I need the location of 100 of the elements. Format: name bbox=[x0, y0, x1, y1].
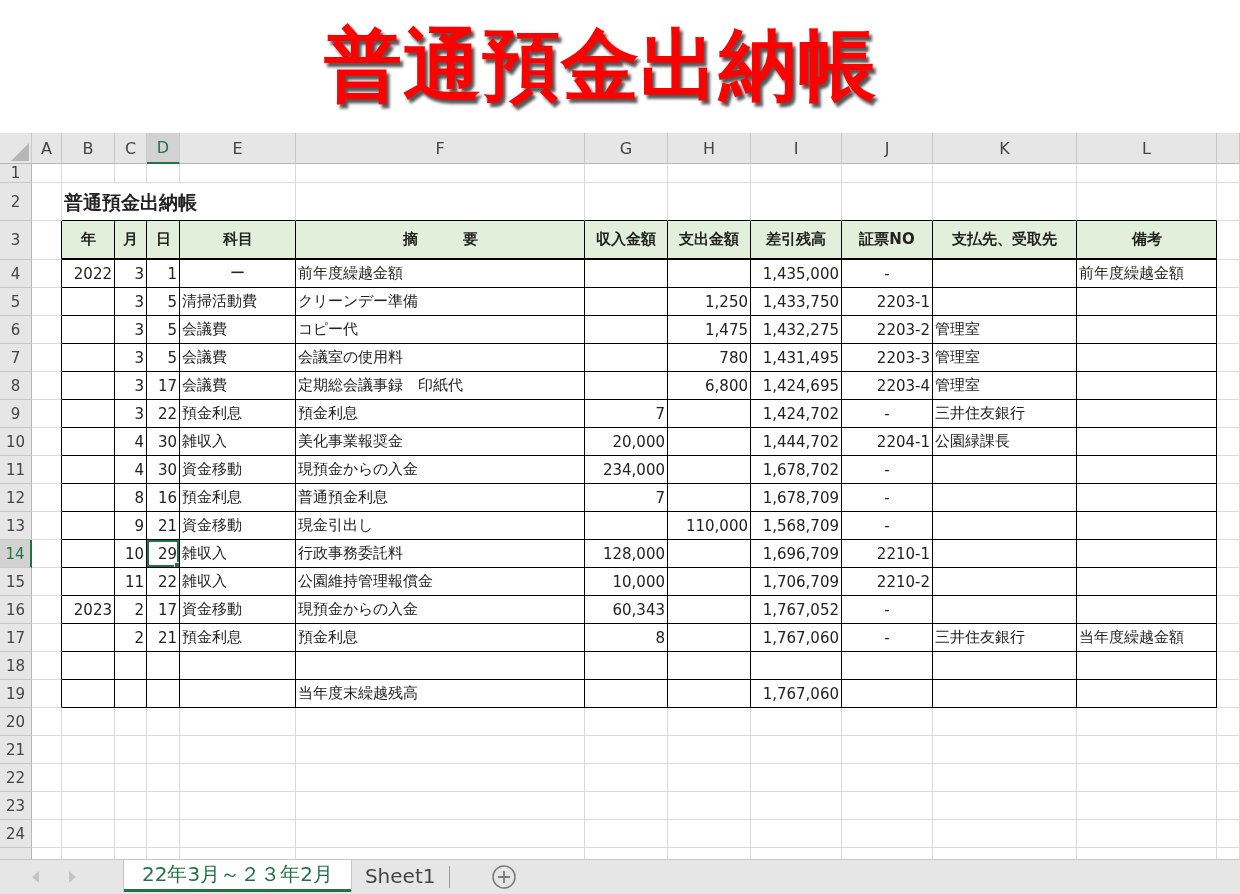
column-header[interactable]: B bbox=[62, 133, 115, 164]
table-cell: 公園緑課長 bbox=[933, 428, 1077, 456]
row-header[interactable]: 11 bbox=[0, 456, 32, 484]
table-cell: 管理室 bbox=[933, 344, 1077, 372]
table-cell: 資金移動 bbox=[180, 512, 296, 540]
table-cell: 4 bbox=[115, 456, 147, 484]
row-header[interactable]: 7 bbox=[0, 344, 32, 372]
table-cell: 2022 bbox=[62, 260, 115, 288]
row-header[interactable]: 22 bbox=[0, 764, 32, 792]
row-header[interactable]: 8 bbox=[0, 372, 32, 400]
column-header[interactable]: K bbox=[933, 133, 1077, 164]
table-cell: 1,767,060 bbox=[751, 680, 842, 708]
table-cell: 10 bbox=[115, 540, 147, 568]
table-cell: 29 bbox=[147, 540, 180, 568]
table-cell: - bbox=[842, 484, 933, 512]
table-cell: 22 bbox=[147, 400, 180, 428]
table-cell: 1,424,695 bbox=[751, 372, 842, 400]
column-header[interactable]: L bbox=[1077, 133, 1217, 164]
column-heading: 日 bbox=[147, 221, 180, 260]
table-cell: 5 bbox=[147, 288, 180, 316]
row-header[interactable]: 6 bbox=[0, 316, 32, 344]
row-header[interactable]: 16 bbox=[0, 596, 32, 624]
row-header[interactable]: 23 bbox=[0, 792, 32, 820]
table-cell: 会議費 bbox=[180, 372, 296, 400]
table-cell: - bbox=[842, 260, 933, 288]
table-cell: 1,444,702 bbox=[751, 428, 842, 456]
table-cell: 三井住友銀行 bbox=[933, 400, 1077, 428]
column-header[interactable]: F bbox=[296, 133, 585, 164]
column-header[interactable]: J bbox=[842, 133, 933, 164]
table-cell: 9 bbox=[115, 512, 147, 540]
scroll-right-icon[interactable] bbox=[68, 871, 76, 883]
table-cell: 10,000 bbox=[585, 568, 668, 596]
table-cell: 1,568,709 bbox=[751, 512, 842, 540]
row-header[interactable]: 5 bbox=[0, 288, 32, 316]
table-cell: 1,424,702 bbox=[751, 400, 842, 428]
table-cell: 1 bbox=[147, 260, 180, 288]
column-header[interactable]: G bbox=[585, 133, 668, 164]
table-cell: 6,800 bbox=[668, 372, 751, 400]
row-header[interactable]: 14 bbox=[0, 540, 32, 568]
row-header[interactable]: 17 bbox=[0, 624, 32, 652]
table-cell: 7 bbox=[585, 484, 668, 512]
row-header[interactable]: 21 bbox=[0, 736, 32, 764]
table-cell: 2203-3 bbox=[842, 344, 933, 372]
table-cell: 2210-1 bbox=[842, 540, 933, 568]
table-cell: - bbox=[842, 456, 933, 484]
table-cell: 当年度繰越金額 bbox=[1077, 624, 1217, 652]
row-header[interactable]: 13 bbox=[0, 512, 32, 540]
row-header[interactable]: 20 bbox=[0, 708, 32, 736]
row-header[interactable]: 1 bbox=[0, 164, 32, 183]
table-cell: 現預金からの入金 bbox=[296, 456, 585, 484]
table-cell: 128,000 bbox=[585, 540, 668, 568]
table-cell: 7 bbox=[585, 400, 668, 428]
select-all-icon[interactable] bbox=[11, 143, 29, 161]
table-cell: 20,000 bbox=[585, 428, 668, 456]
column-header[interactable]: A bbox=[32, 133, 62, 164]
row-header[interactable]: 19 bbox=[0, 680, 32, 708]
column-heading: 年 bbox=[62, 221, 115, 260]
sheet-tab[interactable]: 22年3月～２３年2月 bbox=[124, 860, 351, 892]
column-header[interactable]: I bbox=[751, 133, 842, 164]
row-header[interactable]: 2 bbox=[0, 183, 32, 221]
table-cell: 管理室 bbox=[933, 316, 1077, 344]
table-cell: - bbox=[842, 512, 933, 540]
column-header[interactable]: E bbox=[180, 133, 296, 164]
table-cell: 普通預金利息 bbox=[296, 484, 585, 512]
table-cell: 定期総会議事録 印紙代 bbox=[296, 372, 585, 400]
row-header[interactable]: 3 bbox=[0, 221, 32, 260]
add-sheet-icon[interactable] bbox=[492, 865, 517, 889]
row-header[interactable]: 18 bbox=[0, 652, 32, 680]
row-header[interactable]: 15 bbox=[0, 568, 32, 596]
table-cell: 2023 bbox=[62, 596, 115, 624]
table-cell: 預金利息 bbox=[296, 624, 585, 652]
table-cell: 会議費 bbox=[180, 316, 296, 344]
table-cell: ー bbox=[180, 260, 296, 288]
table-cell: 8 bbox=[115, 484, 147, 512]
row-header[interactable]: 10 bbox=[0, 428, 32, 456]
table-cell: 21 bbox=[147, 624, 180, 652]
table-cell: 1,433,750 bbox=[751, 288, 842, 316]
row-header[interactable]: 12 bbox=[0, 484, 32, 512]
table-cell: 780 bbox=[668, 344, 751, 372]
table-cell: 資金移動 bbox=[180, 456, 296, 484]
table-cell: 預金利息 bbox=[180, 624, 296, 652]
table-cell: 2210-2 bbox=[842, 568, 933, 596]
row-header[interactable]: 9 bbox=[0, 400, 32, 428]
table-cell: 8 bbox=[585, 624, 668, 652]
table-cell: 16 bbox=[147, 484, 180, 512]
table-cell: 2203-4 bbox=[842, 372, 933, 400]
table-cell: 1,431,495 bbox=[751, 344, 842, 372]
column-header[interactable]: D bbox=[147, 133, 180, 164]
table-cell: 11 bbox=[115, 568, 147, 596]
table-cell: 3 bbox=[115, 288, 147, 316]
table-cell: 3 bbox=[115, 344, 147, 372]
column-header[interactable]: C bbox=[115, 133, 147, 164]
column-heading: 月 bbox=[115, 221, 147, 260]
row-header[interactable]: 4 bbox=[0, 260, 32, 288]
scroll-left-icon[interactable] bbox=[32, 871, 40, 883]
column-heading: 支出金額 bbox=[668, 221, 751, 260]
table-cell: 当年度末繰越残高 bbox=[296, 680, 585, 708]
row-header[interactable]: 24 bbox=[0, 820, 32, 848]
sheet-tab[interactable]: Sheet1 bbox=[350, 860, 450, 892]
column-header[interactable]: H bbox=[668, 133, 751, 164]
